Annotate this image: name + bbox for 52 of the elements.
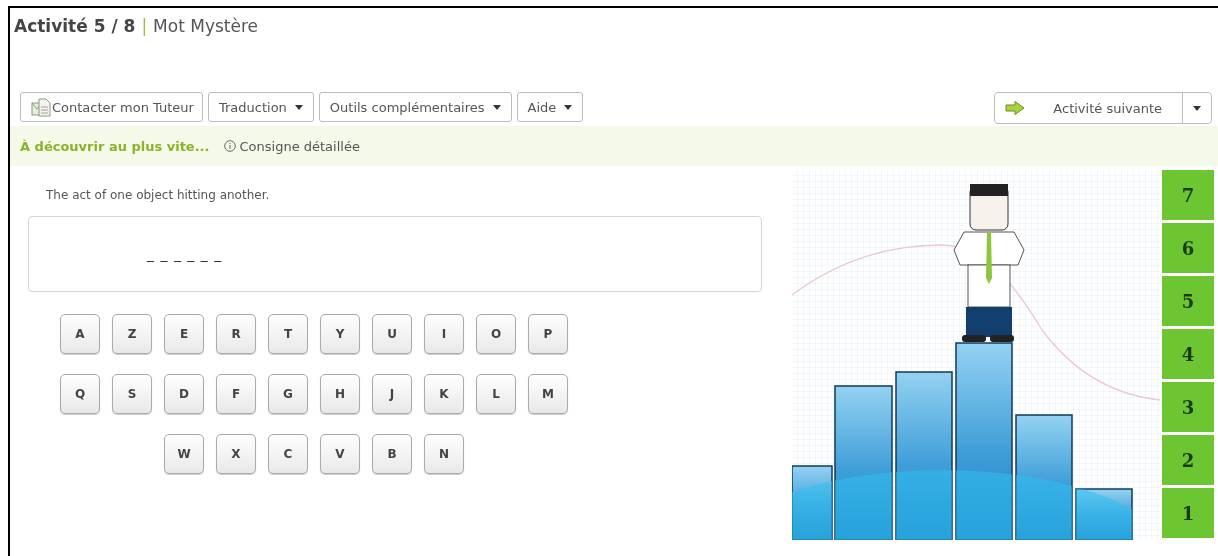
caret-icon [1193, 105, 1201, 111]
letter-key[interactable]: O [476, 314, 516, 354]
letter-key[interactable]: J [372, 374, 412, 414]
detailed-instructions-link[interactable]: Consigne détaillée [223, 138, 360, 154]
contact-document-icon [31, 97, 51, 117]
next-activity-button[interactable]: Activité suivante [995, 93, 1183, 123]
letter-key[interactable]: W [164, 434, 204, 474]
letter-key[interactable]: X [216, 434, 256, 474]
caret-icon [564, 104, 573, 110]
letter-key[interactable]: P [528, 314, 568, 354]
level-number: 2 [1162, 435, 1214, 485]
level-number: 3 [1162, 382, 1214, 432]
letter-key[interactable]: I [424, 314, 464, 354]
letter-key[interactable]: K [424, 374, 464, 414]
answer-blanks: _ _ _ _ _ _ [147, 246, 223, 262]
info-icon [223, 140, 236, 152]
letter-key[interactable]: Q [60, 374, 100, 414]
arrow-right-icon [1005, 101, 1026, 115]
dropdown-button[interactable]: Traduction [207, 92, 314, 122]
dropdown-button[interactable]: Aide [516, 92, 584, 122]
level-number: 5 [1162, 276, 1214, 326]
clue-text: The act of one object hitting another. [46, 188, 271, 202]
letter-key[interactable]: U [372, 314, 412, 354]
letter-key[interactable]: L [476, 374, 516, 414]
letter-key[interactable]: Y [320, 314, 360, 354]
letter-key[interactable]: A [60, 314, 100, 354]
letter-key[interactable]: M [528, 374, 568, 414]
letter-key[interactable]: V [320, 434, 360, 474]
letter-key[interactable]: Z [112, 314, 152, 354]
letter-key[interactable]: F [216, 374, 256, 414]
activity-title: Mot Mystère [153, 16, 259, 36]
level-number: 7 [1162, 170, 1214, 220]
letter-key[interactable]: E [164, 314, 204, 354]
letter-key[interactable]: C [268, 434, 308, 474]
letter-key[interactable]: R [216, 314, 256, 354]
level-number: 4 [1162, 329, 1214, 379]
letter-key[interactable]: H [320, 374, 360, 414]
contact-tutor-button[interactable]: Contacter mon Tuteur [20, 92, 203, 122]
letter-key[interactable]: N [424, 434, 464, 474]
letter-key[interactable]: G [268, 374, 308, 414]
letter-key[interactable]: T [268, 314, 308, 354]
letter-key[interactable]: S [112, 374, 152, 414]
activity-counter: Activité 5 / 8 [14, 16, 136, 36]
title-separator: | [141, 16, 148, 36]
instruction-headline: À découvrir au plus vite... [20, 138, 210, 154]
caret-icon [492, 104, 501, 110]
dropdown-button[interactable]: Outils complémentaires [318, 92, 512, 122]
caret-icon [294, 104, 303, 110]
level-number: 6 [1162, 223, 1214, 273]
letter-key[interactable]: B [372, 434, 412, 474]
letter-key[interactable]: D [164, 374, 204, 414]
level-number: 1 [1162, 488, 1214, 538]
